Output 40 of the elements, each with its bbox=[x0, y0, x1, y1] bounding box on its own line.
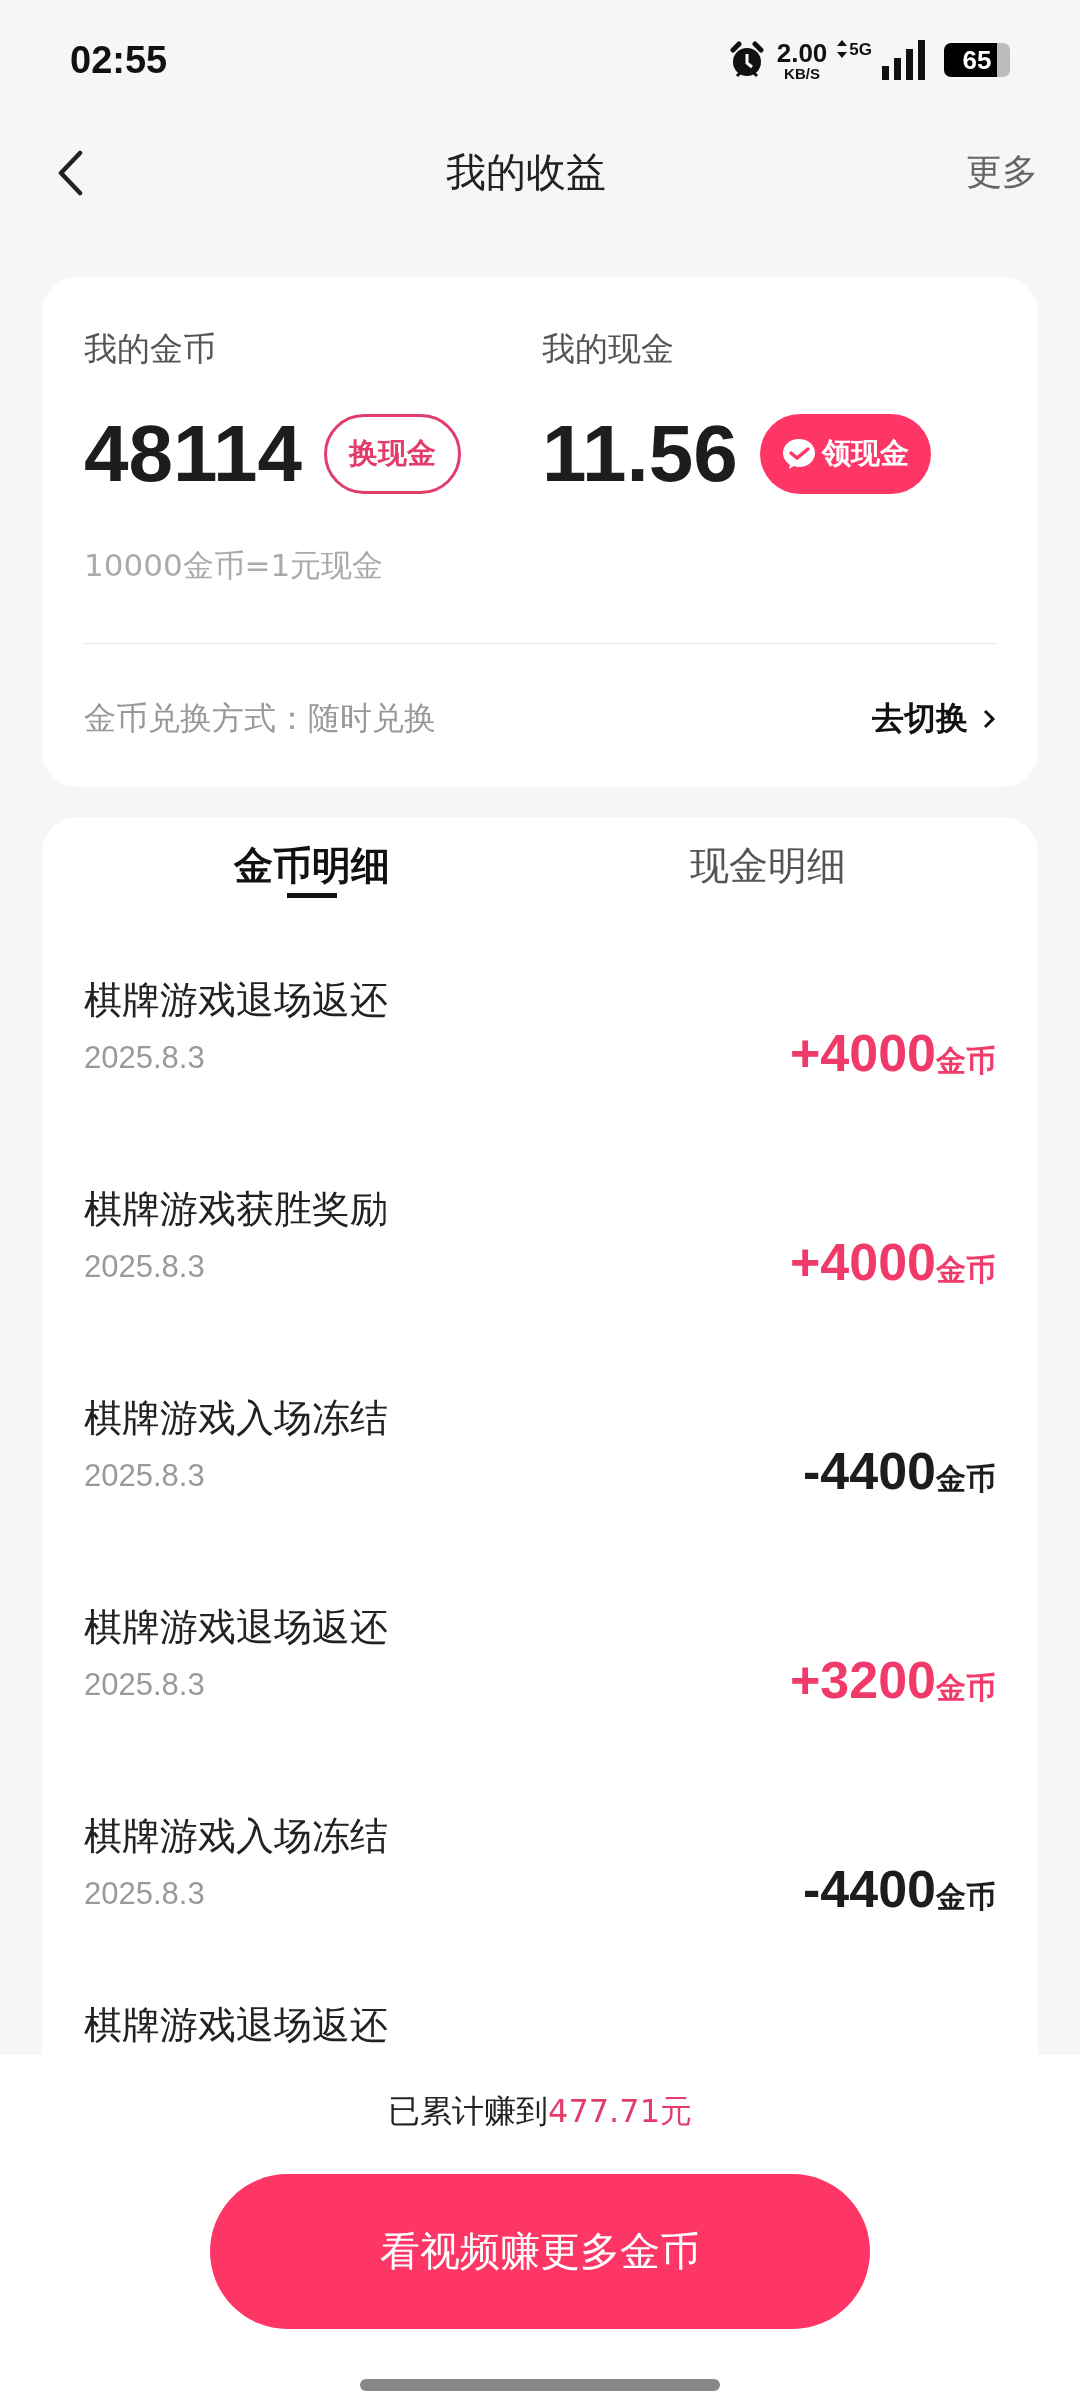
record-amount: +4000金币 bbox=[789, 1023, 996, 1083]
balance-label: 我的金币 bbox=[84, 328, 217, 370]
record-title: 棋牌游戏入场冻结 bbox=[84, 1813, 388, 1860]
record-title: 棋牌游戏退场返还 bbox=[84, 2002, 388, 2049]
record-title: 棋牌游戏退场返还 bbox=[84, 977, 388, 1024]
record-date: 2025.8.3 bbox=[84, 1876, 206, 1912]
record-amount: -4400金币 bbox=[803, 1441, 996, 1501]
balance-value: 11.56 bbox=[542, 408, 738, 500]
earned-total: 已累计赚到477.71元 bbox=[388, 2091, 692, 2132]
record-date: 2025.8.3 bbox=[84, 1458, 206, 1494]
balance-value: 48114 bbox=[84, 408, 303, 500]
network-type: 5G bbox=[849, 40, 872, 60]
chevron-icon bbox=[982, 708, 996, 730]
page-title: 我的收益 bbox=[446, 148, 606, 197]
record-title: 棋牌游戏入场冻结 bbox=[84, 1395, 388, 1442]
more-link[interactable]: 更多 bbox=[966, 148, 1038, 197]
exchange-method: 金币兑换方式：随时兑换 bbox=[84, 698, 436, 739]
exchange-button[interactable]: 换现金 bbox=[324, 414, 462, 494]
record-amount: +3200金币 bbox=[789, 1650, 996, 1710]
balance-label: 我的现金 bbox=[542, 328, 675, 370]
withdraw-button[interactable]: 领现金 bbox=[759, 414, 931, 494]
record-amount: -4400金币 bbox=[803, 1859, 996, 1919]
home-indicator[interactable] bbox=[360, 2379, 720, 2391]
record-title: 棋牌游戏获胜奖励 bbox=[84, 1186, 388, 1233]
switch-link[interactable]: 去切换 bbox=[872, 697, 996, 741]
status-time: 02:55 bbox=[70, 38, 168, 82]
network-speed: 2.00 bbox=[776, 39, 828, 66]
record-amount: +4000金币 bbox=[789, 1232, 996, 1292]
record-title: 棋牌游戏退场返还 bbox=[84, 1604, 388, 1651]
battery-level: 65 bbox=[962, 44, 992, 76]
tab[interactable]: 现金明细 bbox=[540, 817, 996, 935]
watch-video-button[interactable]: 看视频赚更多金币 bbox=[210, 2174, 870, 2329]
exchange-rate: 10000金币=1元现金 bbox=[84, 546, 385, 585]
signal-icon bbox=[882, 40, 926, 80]
speed-unit: KB/S bbox=[784, 65, 820, 81]
record-date: 2025.8.3 bbox=[84, 1040, 206, 1076]
record-date: 2025.8.3 bbox=[84, 1667, 206, 1703]
chat-check-icon bbox=[781, 438, 816, 470]
data-arrows-icon bbox=[837, 40, 848, 58]
record-date: 2025.8.3 bbox=[84, 1249, 206, 1285]
